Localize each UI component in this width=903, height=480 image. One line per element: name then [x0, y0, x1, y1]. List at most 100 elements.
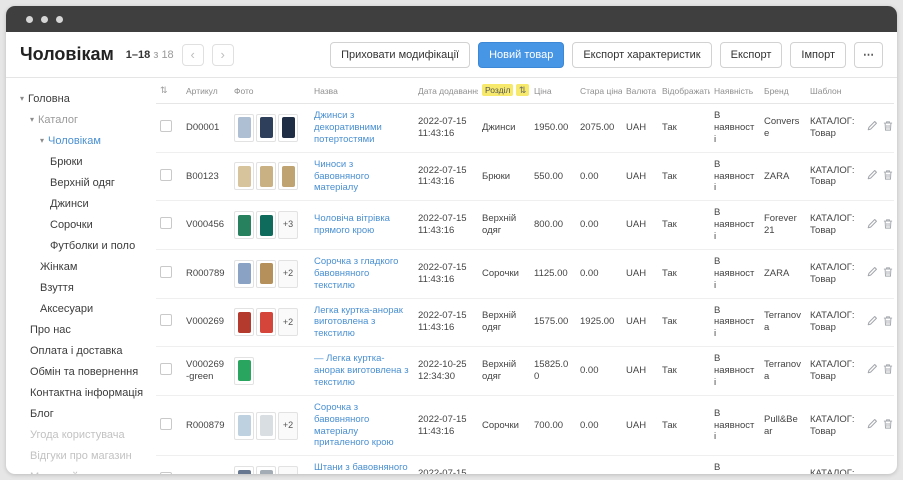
- column-header-11[interactable]: Бренд: [760, 78, 806, 104]
- column-header-12[interactable]: Шаблон: [806, 78, 860, 104]
- column-header-2[interactable]: Фото: [230, 78, 310, 104]
- sidebar-item[interactable]: ▾Каталог: [20, 109, 152, 130]
- more-photos-badge[interactable]: +3: [278, 211, 298, 239]
- more-photos-badge[interactable]: +2: [278, 412, 298, 440]
- row-checkbox[interactable]: [160, 266, 172, 278]
- sidebar-item[interactable]: Аксесуари: [20, 298, 152, 319]
- product-name-link[interactable]: Джинси з декоративними потертостями: [314, 110, 382, 145]
- sidebar-item[interactable]: Контактна інформація: [20, 382, 152, 403]
- more-photos-badge[interactable]: +2: [278, 308, 298, 336]
- sidebar-item[interactable]: Верхній одяг: [20, 172, 152, 193]
- product-thumbnail[interactable]: [234, 162, 254, 190]
- sidebar-item[interactable]: Відгуки про магазин: [20, 445, 152, 466]
- product-name-link[interactable]: Легка куртка-анорак виготовлена з тексти…: [314, 305, 403, 340]
- delete-button[interactable]: [880, 417, 896, 434]
- sort-rows-icon[interactable]: ⇅: [160, 85, 168, 95]
- product-thumbnail[interactable]: [256, 162, 276, 190]
- column-header-1[interactable]: Артикул: [182, 78, 230, 104]
- window-control-dot[interactable]: [56, 16, 63, 23]
- sort-icon[interactable]: ⇅: [516, 84, 530, 96]
- toolbar-button-2[interactable]: Новий товар: [478, 42, 564, 68]
- sidebar-item[interactable]: Обмін та повернення: [20, 361, 152, 382]
- sidebar-item[interactable]: Оплата і доставка: [20, 340, 152, 361]
- product-thumbnail[interactable]: [234, 308, 254, 336]
- sidebar-item[interactable]: Про нас: [20, 319, 152, 340]
- row-checkbox[interactable]: [160, 418, 172, 430]
- toolbar-button-6[interactable]: ⋯: [854, 42, 883, 68]
- sidebar-item[interactable]: Футболки и поло: [20, 235, 152, 256]
- delete-button[interactable]: [880, 119, 896, 136]
- sidebar-item[interactable]: Джинси: [20, 193, 152, 214]
- column-header-9[interactable]: Відображати: [658, 78, 710, 104]
- toolbar-button-4[interactable]: Експорт: [720, 42, 783, 68]
- product-thumbnail[interactable]: [256, 211, 276, 239]
- toolbar-button-5[interactable]: Імпорт: [790, 42, 846, 68]
- product-name-link[interactable]: Чиноси з бавовняного матеріалу: [314, 159, 369, 194]
- product-thumbnail[interactable]: [234, 357, 254, 385]
- row-checkbox[interactable]: [160, 363, 172, 375]
- product-thumbnail[interactable]: [256, 308, 276, 336]
- delete-button[interactable]: [880, 265, 896, 282]
- sidebar-item[interactable]: Брюки: [20, 151, 152, 172]
- column-header-5[interactable]: Розділ ⇅: [478, 78, 530, 104]
- edit-button[interactable]: [864, 119, 880, 136]
- delete-button[interactable]: [880, 217, 896, 234]
- pagination-prev-button[interactable]: ‹: [182, 44, 204, 66]
- sidebar-item[interactable]: Блог: [20, 403, 152, 424]
- sidebar-item[interactable]: Мапа сайту: [20, 466, 152, 474]
- sidebar-item[interactable]: Сорочки: [20, 214, 152, 235]
- product-name-link[interactable]: Сорочка з гладкого бавовняного текстилю: [314, 256, 398, 291]
- row-checkbox[interactable]: [160, 120, 172, 132]
- product-thumbnail[interactable]: [234, 211, 254, 239]
- column-header-8[interactable]: Валюта: [622, 78, 658, 104]
- more-photos-badge[interactable]: +2: [278, 260, 298, 288]
- product-name-link[interactable]: Штани з бавовняного матеріалу прямого кр…: [314, 462, 408, 474]
- product-thumbnail[interactable]: [256, 114, 276, 142]
- column-header-6[interactable]: Ціна: [530, 78, 576, 104]
- row-checkbox[interactable]: [160, 169, 172, 181]
- product-thumbnail[interactable]: [234, 412, 254, 440]
- edit-button[interactable]: [864, 362, 880, 379]
- delete-button[interactable]: [880, 472, 896, 474]
- sidebar-item[interactable]: Угода користувача: [20, 424, 152, 445]
- toolbar-button-3[interactable]: Експорт характеристик: [572, 42, 711, 68]
- more-photos-badge[interactable]: +2: [278, 466, 298, 474]
- product-name-link[interactable]: Сорочка з бавовняного матеріалу притален…: [314, 402, 394, 449]
- toolbar-button-1[interactable]: Приховати модифікації: [330, 42, 470, 68]
- sidebar-item[interactable]: ▾Головна: [20, 88, 152, 109]
- pagination-next-button[interactable]: ›: [212, 44, 234, 66]
- column-header-3[interactable]: Назва: [310, 78, 414, 104]
- delete-button[interactable]: [880, 362, 896, 379]
- row-checkbox[interactable]: [160, 472, 172, 474]
- row-checkbox[interactable]: [160, 314, 172, 326]
- sidebar-item[interactable]: Взуття: [20, 277, 152, 298]
- product-thumbnail[interactable]: [256, 260, 276, 288]
- product-name-link[interactable]: Чоловіча вітрівка прямого крою: [314, 213, 390, 236]
- product-thumbnail[interactable]: [234, 466, 254, 474]
- column-header-10[interactable]: Наявність: [710, 78, 760, 104]
- delete-button[interactable]: [880, 168, 896, 185]
- column-header-4[interactable]: Дата додавання: [414, 78, 478, 104]
- product-thumbnail[interactable]: [256, 466, 276, 474]
- edit-button[interactable]: [864, 217, 880, 234]
- product-name-link[interactable]: — Легка куртка-анорак виготовлена з текс…: [314, 353, 409, 388]
- row-checkbox[interactable]: [160, 217, 172, 229]
- window-control-dot[interactable]: [26, 16, 33, 23]
- product-thumbnail[interactable]: [278, 114, 298, 142]
- availability-cell: В наявності: [710, 298, 760, 347]
- window-control-dot[interactable]: [41, 16, 48, 23]
- product-thumbnail[interactable]: [234, 260, 254, 288]
- column-header-7[interactable]: Стара ціна: [576, 78, 622, 104]
- sidebar-item[interactable]: Жінкам: [20, 256, 152, 277]
- edit-button[interactable]: [864, 265, 880, 282]
- product-thumbnail[interactable]: [278, 162, 298, 190]
- delete-button[interactable]: [880, 314, 896, 331]
- edit-button[interactable]: [864, 472, 880, 474]
- edit-icon: [866, 315, 878, 327]
- sidebar-item[interactable]: ▾Чоловікам: [20, 130, 152, 151]
- product-thumbnail[interactable]: [234, 114, 254, 142]
- edit-button[interactable]: [864, 168, 880, 185]
- edit-button[interactable]: [864, 417, 880, 434]
- product-thumbnail[interactable]: [256, 412, 276, 440]
- edit-button[interactable]: [864, 314, 880, 331]
